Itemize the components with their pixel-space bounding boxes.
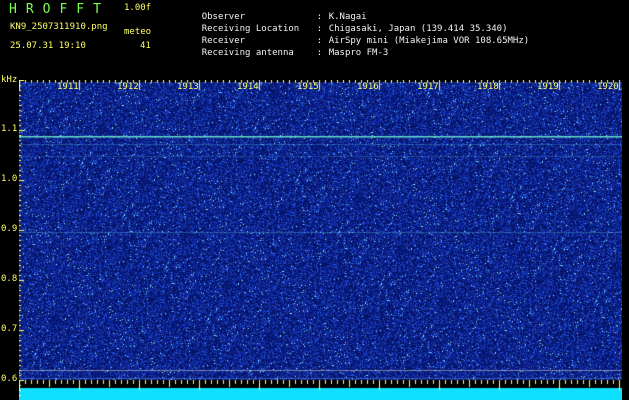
minute-tick-label: 1911 (57, 82, 79, 92)
minute-tick-label: 1914 (237, 82, 259, 92)
minute-tick-label: 1920 (597, 82, 619, 92)
y-tick-label: 0.8 (1, 274, 18, 284)
filename-label: KN9_2507311910.png (10, 22, 108, 32)
version-label: 1.00f (124, 3, 152, 13)
minute-tick-label: 1918 (477, 82, 499, 92)
minute-tick-label: 1915 (297, 82, 319, 92)
minute-tick-label: 1919 (537, 82, 559, 92)
y-tick-label: 0.9 (1, 224, 18, 234)
y-axis-unit: kHz (1, 75, 18, 85)
info-value: Maspro FM-3 (328, 48, 389, 58)
meteo-label: meteo (124, 27, 152, 37)
spectrogram-canvas (19, 80, 622, 400)
minute-tick-label: 1912 (117, 82, 139, 92)
y-tick-label: 1.0 (1, 174, 18, 184)
app-title: HROFFT (9, 2, 110, 17)
info-label: Receiving antenna (201, 48, 294, 58)
minute-tick-label: 1917 (417, 82, 439, 92)
info-separator: : (316, 48, 323, 58)
minute-tick-label: 1916 (357, 82, 379, 92)
y-tick-label: 0.6 (1, 374, 18, 384)
meteo-count: 41 (140, 41, 151, 51)
hrofft-window: HROFFT 1.00f KN9_2507311910.png meteo 25… (0, 0, 629, 400)
datetime-label: 25.07.31 19:10 (10, 41, 86, 51)
y-tick-label: 1.1 (1, 124, 18, 134)
info-row-antenna: Receiving antenna: Maspro FM-3 (180, 40, 389, 67)
minute-tick-label: 1913 (177, 82, 199, 92)
y-tick-label: 0.7 (1, 324, 18, 334)
